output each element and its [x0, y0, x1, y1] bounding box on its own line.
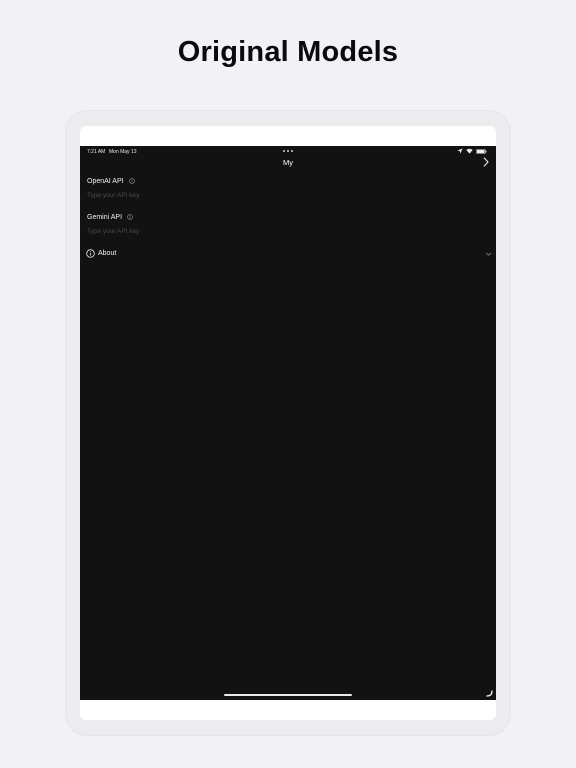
- openai-api-label: OpenAI API: [87, 178, 124, 185]
- openai-api-key-input[interactable]: [86, 190, 468, 200]
- promo-headline: Original Models: [177, 36, 399, 68]
- location-arrow-icon: [457, 148, 463, 154]
- battery-icon: [476, 149, 487, 154]
- multitasking-dots-icon[interactable]: [283, 150, 293, 152]
- app-screen: 7:21 AM Mon May 13 My OpenAI API Type yo…: [80, 146, 496, 700]
- status-time: 7:21 AM: [87, 149, 106, 155]
- gemini-api-label-row: Gemini API: [87, 214, 133, 224]
- status-bar: 7:21 AM Mon May 13: [80, 146, 496, 156]
- wifi-icon: [466, 148, 473, 154]
- info-circle-icon[interactable]: [127, 214, 133, 220]
- about-label: About: [98, 250, 117, 257]
- info-circle-icon: [86, 249, 95, 258]
- status-date: Mon May 13: [109, 149, 137, 155]
- about-disclosure-row[interactable]: About: [86, 248, 492, 260]
- gemini-api-key-input[interactable]: [86, 226, 468, 236]
- openai-api-label-row: OpenAI API: [87, 178, 135, 188]
- home-indicator[interactable]: [224, 694, 352, 696]
- gemini-api-label: Gemini API: [87, 214, 123, 221]
- chevron-down-icon[interactable]: [485, 251, 492, 257]
- nav-title: My: [283, 158, 293, 167]
- info-circle-icon[interactable]: [128, 178, 135, 184]
- status-indicators: [457, 148, 489, 154]
- chevron-right-icon[interactable]: [482, 157, 490, 167]
- resize-handle-icon[interactable]: [486, 690, 493, 697]
